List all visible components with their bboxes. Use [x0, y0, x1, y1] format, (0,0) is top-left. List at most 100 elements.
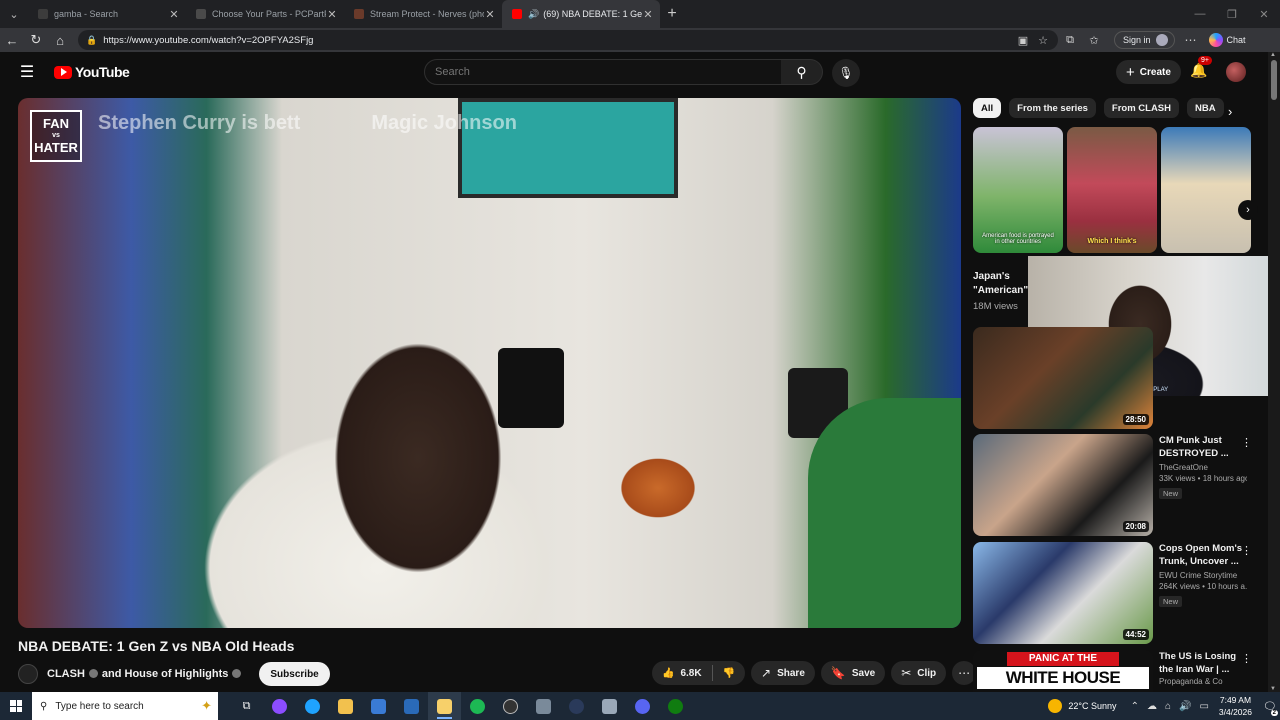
clock[interactable]: 7:49 AM 3/4/2026	[1219, 694, 1252, 718]
notifications-button[interactable]: 🔔 9+	[1190, 56, 1212, 79]
channel-name[interactable]: Propaganda & Co	[1159, 677, 1247, 686]
close-tab-icon[interactable]: ✕	[326, 8, 338, 21]
chevron-up-icon[interactable]: ⌃	[1131, 701, 1139, 712]
browser-menu-icon[interactable]: ⋯	[1185, 33, 1197, 47]
account-avatar[interactable]	[1226, 62, 1246, 82]
video-thumbnail[interactable]: 20:08	[973, 434, 1153, 536]
back-icon[interactable]: ←	[0, 28, 24, 52]
voice-search-button[interactable]: 🎙	[832, 59, 860, 87]
channel-avatar[interactable]	[18, 664, 38, 684]
spotify-app-icon[interactable]	[461, 692, 494, 720]
close-tab-icon[interactable]: ✕	[484, 8, 496, 21]
channel-name[interactable]: TheGreatOne	[1159, 463, 1247, 472]
youtube-logo[interactable]: YouTube	[54, 64, 130, 80]
sign-in-button[interactable]: Sign in	[1114, 31, 1175, 49]
chips-next-icon[interactable]: ›	[1228, 104, 1232, 119]
short-thumbnail[interactable]: American food is portrayed in other coun…	[973, 127, 1063, 253]
create-button[interactable]: + Create	[1116, 60, 1181, 84]
scrollbar-thumb[interactable]	[1271, 60, 1277, 100]
video-player[interactable]: FAN vs HATER Stephen Curry is bett Magic…	[18, 98, 961, 628]
search-icon: ⚲	[40, 700, 48, 712]
short-thumbnail[interactable]: Which I think's	[1067, 127, 1157, 253]
browser-tab[interactable]: Stream Protect - Nerves (phoenix ✕	[344, 0, 502, 28]
more-options-icon[interactable]: ⋮	[1241, 436, 1252, 449]
app-available-icon[interactable]: ▣	[1018, 34, 1028, 47]
browser-tab[interactable]: Choose Your Parts - PCPartPicker ✕	[186, 0, 344, 28]
channel-name[interactable]: CLASH	[47, 668, 85, 680]
refresh-icon[interactable]: ↻	[24, 28, 48, 52]
favorite-star-icon[interactable]: ☆	[1038, 34, 1048, 47]
chip-from-series[interactable]: From the series	[1009, 98, 1096, 118]
page-scrollbar[interactable]: ▲ ▼	[1268, 52, 1280, 692]
video-thumbnail[interactable]: PANIC AT THE WHITE HOUSE	[973, 650, 1153, 692]
volume-icon[interactable]: 🔊	[1179, 701, 1191, 712]
extensions-icon[interactable]: ⧉	[1058, 28, 1082, 52]
chip-from-clash[interactable]: From CLASH	[1103, 98, 1180, 118]
video-thumbnail[interactable]: 28:50	[973, 327, 1153, 429]
discord-app-icon[interactable]	[626, 692, 659, 720]
browser-tab[interactable]: gamba - Search ✕	[28, 0, 186, 28]
mail-app-icon[interactable]	[395, 692, 428, 720]
save-button[interactable]: 🔖 Save	[820, 661, 886, 685]
recommended-video[interactable]: 20:08 CM Punk Just DESTROYED ... TheGrea…	[973, 434, 1263, 536]
taskbar-search[interactable]: ⚲ Type here to search ✦	[32, 692, 218, 720]
scroll-up-icon[interactable]: ▲	[1270, 52, 1276, 58]
notepad-app-icon[interactable]	[428, 692, 461, 720]
close-tab-icon[interactable]: ✕	[168, 8, 180, 21]
shorts-next-icon[interactable]: ›	[1238, 200, 1258, 220]
close-window-icon[interactable]: ✕	[1248, 0, 1280, 28]
store-app-icon[interactable]	[362, 692, 395, 720]
short-thumbnail[interactable]	[1161, 127, 1251, 253]
video-title[interactable]: Cops Open Mom's Trunk, Uncover ...	[1159, 542, 1247, 568]
hamburger-menu-icon[interactable]: ☰	[0, 62, 54, 82]
copilot-app-icon[interactable]	[263, 692, 296, 720]
edge-app-icon[interactable]	[296, 692, 329, 720]
display-icon[interactable]: ▭	[1199, 701, 1208, 712]
new-tab-button[interactable]: +	[660, 5, 684, 23]
recommended-video[interactable]: 44:52 Cops Open Mom's Trunk, Uncover ...…	[973, 542, 1263, 644]
browser-tab-active[interactable]: 🔊 (69) NBA DEBATE: 1 Gen Z vs ✕	[502, 0, 660, 28]
like-button[interactable]: 👍 6.8K	[652, 668, 712, 679]
tab-actions-menu[interactable]: ⌄	[0, 0, 28, 28]
search-button[interactable]: ⚲	[781, 59, 823, 85]
minimize-icon[interactable]: —	[1184, 0, 1216, 28]
video-title[interactable]: The US is Losing the Iran War | ...	[1159, 650, 1247, 676]
task-view-icon[interactable]: ⧉	[230, 692, 263, 720]
file-explorer-icon[interactable]	[329, 692, 362, 720]
share-button[interactable]: ↗ Share	[751, 661, 815, 685]
short-caption: Which I think's	[1087, 238, 1137, 245]
chip-nba[interactable]: NBA	[1187, 98, 1224, 118]
video-thumbnail[interactable]: 44:52	[973, 542, 1153, 644]
favorites-icon[interactable]: ✩	[1082, 28, 1106, 52]
generic-app-icon[interactable]	[527, 692, 560, 720]
weather-widget[interactable]: 22°C Sunny	[1048, 699, 1117, 713]
url-field[interactable]: 🔒 https://www.youtube.com/watch?v=2OPFYA…	[78, 30, 1058, 50]
cloud-icon[interactable]: ☁	[1147, 701, 1157, 712]
subscribe-button[interactable]: Subscribe	[259, 662, 330, 686]
collab-channel-name[interactable]: and House of Highlights	[102, 668, 229, 680]
obs-app-icon[interactable]	[494, 692, 527, 720]
recommended-video[interactable]: PANIC AT THE WHITE HOUSE The US is Losin…	[973, 650, 1263, 692]
xbox-app-icon[interactable]	[659, 692, 692, 720]
channel-name[interactable]: EWU Crime Storytime	[1159, 571, 1247, 580]
media-app-icon[interactable]	[560, 692, 593, 720]
notification-center-icon[interactable]: 🗨 2	[1260, 692, 1280, 720]
maximize-icon[interactable]: ❐	[1216, 0, 1248, 28]
shield-app-icon[interactable]	[593, 692, 626, 720]
video-title[interactable]: CM Punk Just DESTROYED ...	[1159, 434, 1247, 460]
recommended-video[interactable]: 28:50	[973, 327, 1263, 429]
search-input[interactable]	[424, 59, 782, 85]
chip-all[interactable]: All	[973, 98, 1002, 118]
close-tab-icon[interactable]: ✕	[642, 8, 654, 21]
short-title[interactable]: Japan's "American"	[973, 270, 1029, 298]
channel-names[interactable]: CLASH and House of Highlights	[47, 668, 245, 680]
dislike-button[interactable]: 👎	[713, 668, 745, 679]
more-options-icon[interactable]: ⋮	[1241, 544, 1252, 557]
network-icon[interactable]: ⌂	[1165, 701, 1171, 712]
clip-button[interactable]: ✂ Clip	[891, 661, 947, 685]
speaker-icon[interactable]: 🔊	[528, 9, 539, 20]
copilot-button[interactable]: Chat	[1208, 33, 1246, 47]
more-options-icon[interactable]: ⋮	[1241, 652, 1252, 665]
home-icon[interactable]: ⌂	[48, 28, 72, 52]
start-button[interactable]	[0, 692, 32, 720]
